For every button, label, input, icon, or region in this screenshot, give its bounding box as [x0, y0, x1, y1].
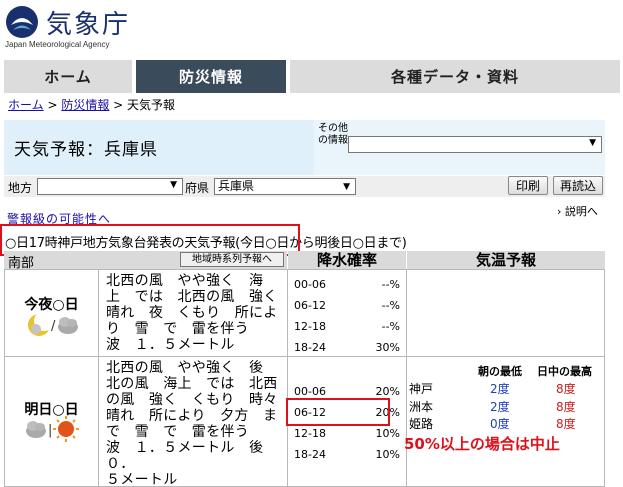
forecast-line: 北西の風 やや強く 後: [106, 360, 264, 376]
rain-list: 00-06 --% 06-12 --% 12-18 --% 18-24 30%: [294, 274, 400, 358]
forecast-line: 晴れ 所により 夕方 ま: [106, 408, 278, 424]
chevron-down-icon: ▼: [170, 180, 177, 190]
forecast-line: の風 強く くもり 時々: [106, 392, 278, 408]
page-title: 天気予報：兵庫県: [4, 120, 314, 175]
help-link[interactable]: › 説明へ: [557, 203, 598, 219]
forecast-line: 北西の風 やや強く 海: [106, 273, 264, 289]
chevron-down-icon: ▼: [343, 182, 350, 192]
area-timeseries-button[interactable]: 地域時系列予報へ: [180, 252, 284, 267]
region-select[interactable]: ▼: [37, 178, 183, 195]
nav-tab-home[interactable]: ホーム: [4, 60, 132, 93]
prefecture-select[interactable]: 兵庫県 ▼: [214, 178, 356, 195]
forecast-line: 波 １．５メートル 後 ０．: [106, 440, 278, 472]
forecast-line: 波 １．５メートル: [106, 337, 235, 353]
main-nav: ホーム 防災情報 各種データ・資料: [0, 60, 623, 93]
temp-header-min: 朝の最低: [478, 365, 522, 378]
reload-button[interactable]: 再読込: [553, 176, 603, 195]
col-temp-header: 気温予報: [407, 251, 605, 269]
cancel-note: 50%以上の場合は中止: [404, 435, 560, 453]
prefecture-label: 府県: [185, 181, 210, 195]
highlight-box: [286, 398, 390, 426]
svg-text:/: /: [51, 319, 56, 334]
forecast-line: 晴れ 夜 くもり 所によ: [106, 305, 278, 321]
breadcrumb-home[interactable]: ホーム: [8, 98, 44, 112]
logo-text[interactable]: 気象庁: [46, 4, 130, 41]
rain-row: 18-24 30%: [294, 341, 400, 354]
logo-subtitle: Japan Meteorological Agency: [5, 40, 110, 49]
svg-text:|: |: [48, 423, 52, 438]
rain-row: 12-18 --%: [294, 320, 400, 333]
temp-cell: [406, 269, 605, 357]
forecast-line: 上 では 北西の風 強く: [106, 289, 278, 305]
temp-max: 8度: [556, 417, 576, 431]
rain-row: 06-12 --%: [294, 299, 400, 312]
forecast-text: 北西の風 やや強く 海 上 では 北西の風 強く 晴れ 夜 くもり 所によ り …: [106, 273, 288, 353]
nav-tab-bosai[interactable]: 防災情報: [136, 60, 286, 93]
chevron-down-icon: ▼: [589, 138, 596, 148]
forecast-line: で 雪 で 雷を伴う: [106, 424, 249, 440]
col-rain-header: 降水確率: [288, 251, 406, 269]
breadcrumb: ホーム > 防災情報 > 天気予報: [8, 96, 175, 113]
temp-min: 2度: [490, 382, 510, 396]
forecast-line: り 雪 で 雷を伴う: [106, 321, 249, 337]
temp-header-max: 日中の最高: [537, 365, 592, 378]
temp-min: 0度: [490, 417, 510, 431]
breadcrumb-sep: >: [109, 98, 128, 112]
cloud-icon: [58, 317, 78, 334]
temp-min: 2度: [490, 400, 510, 414]
forecast-line: 北の風 海上 では 北西: [106, 376, 278, 392]
prefecture-value: 兵庫県: [218, 179, 255, 193]
sun-icon: [53, 416, 79, 442]
forecast-text: 北西の風 やや強く 後 北の風 海上 では 北西 の風 強く くもり 時々 晴れ…: [106, 360, 288, 487]
region-label: 地方: [8, 181, 33, 195]
rain-row: 00-06 --%: [294, 278, 400, 291]
cloud-icon: [26, 421, 46, 438]
other-info-label: その他の情報: [318, 123, 348, 146]
chevron-right-icon: ›: [557, 205, 565, 218]
help-link-label: 説明へ: [564, 205, 598, 218]
temp-max: 8度: [556, 382, 576, 396]
other-info-select[interactable]: ▼: [348, 136, 602, 153]
temp-city: 姫路: [409, 417, 434, 431]
forecast-line: ５メートル: [106, 472, 178, 487]
rain-row: 12-18 10%: [294, 427, 400, 440]
print-button[interactable]: 印刷: [508, 176, 548, 195]
jma-logo-icon: [6, 6, 38, 38]
temp-city: 洲本: [409, 400, 434, 414]
temp-max: 8度: [556, 400, 576, 414]
weather-icons: /: [28, 311, 78, 336]
breadcrumb-bosai[interactable]: 防災情報: [61, 98, 109, 112]
breadcrumb-current: 天気予報: [127, 98, 176, 112]
rain-row: 18-24 10%: [294, 448, 400, 461]
breadcrumb-sep: >: [43, 98, 62, 112]
temp-city: 神戸: [409, 382, 434, 396]
weather-icons: |: [26, 416, 79, 442]
nav-tab-data[interactable]: 各種データ・資料: [290, 60, 620, 93]
